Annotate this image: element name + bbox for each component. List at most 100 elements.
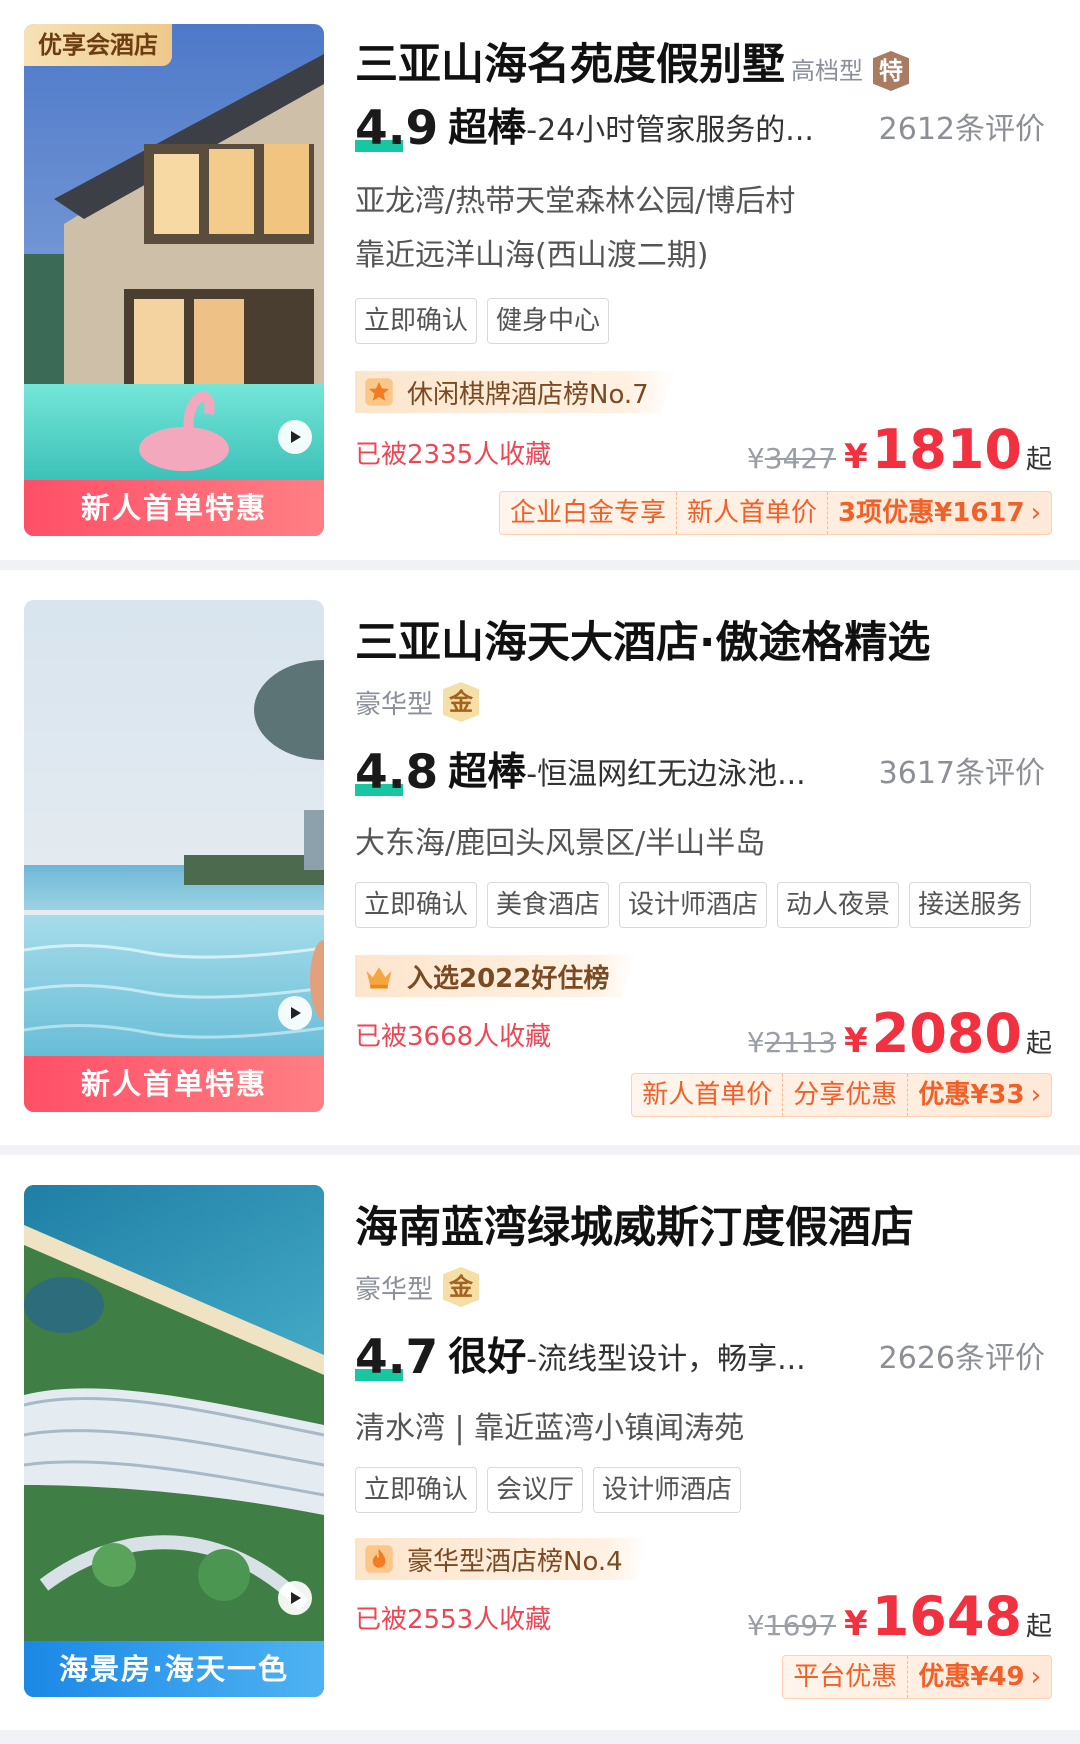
offer-total[interactable]: 优惠¥33 › bbox=[907, 1074, 1051, 1116]
location-line: 大东海/鹿回头风景区/半山半岛 bbox=[355, 826, 766, 861]
hotel-level: 豪华型 bbox=[355, 1274, 434, 1305]
offer-tag: 新人首单价 bbox=[642, 1080, 773, 1110]
hotel-card[interactable]: 优享会酒店 新人首单特惠 三亚山海名苑度假别墅 高档型特 4.9 超棒 -24小时… bbox=[0, 0, 1080, 560]
feature-tag: 会议厅 bbox=[487, 1467, 584, 1513]
offer-tag: 企业白金专享 bbox=[510, 498, 667, 528]
tag-list: 立即确认 健身中心 bbox=[355, 298, 610, 344]
price-block: ¥3427 ¥ 1810 起 bbox=[747, 418, 1052, 481]
review-count[interactable]: 3617条评价 bbox=[879, 750, 1045, 798]
feature-tag: 接送服务 bbox=[909, 882, 1032, 928]
feature-tag: 动人夜景 bbox=[777, 882, 900, 928]
favorite-count: 已被2553人收藏 bbox=[355, 1605, 552, 1635]
currency-symbol: ¥ bbox=[844, 437, 868, 477]
hotel-level-row: 豪华型 金 bbox=[355, 682, 480, 722]
villa-photo-art bbox=[24, 24, 324, 536]
location-line: 亚龙湾/热带天堂森林公园/博后村 bbox=[355, 184, 796, 219]
rating-word: 很好 bbox=[448, 1335, 527, 1380]
review-count[interactable]: 2626条评价 bbox=[879, 1335, 1045, 1383]
rating-row[interactable]: 4.9 超棒 -24小时管家服务的... 2612条评价 bbox=[355, 98, 1045, 154]
ranking-text: 豪华型酒店榜No.4 bbox=[407, 1546, 623, 1577]
feature-tag: 设计师酒店 bbox=[619, 882, 768, 928]
rating-description: -24小时管家服务的... bbox=[526, 113, 814, 148]
ranking-text: 休闲棋牌酒店榜No.7 bbox=[407, 379, 649, 410]
rating-score: 4.9 bbox=[355, 101, 439, 156]
price-from-suffix: 起 bbox=[1025, 445, 1052, 475]
currency-symbol: ¥ bbox=[844, 1021, 868, 1061]
card-divider bbox=[0, 1145, 1080, 1155]
hotel-photo[interactable]: 海景房·海天一色 bbox=[24, 1185, 324, 1697]
star-icon bbox=[361, 374, 397, 410]
hotel-level-row: 豪华型 金 bbox=[355, 1267, 480, 1307]
resort-aerial-photo-art bbox=[24, 1185, 324, 1697]
hotel-card[interactable]: 新人首单特惠 三亚山海天大酒店·傲途格精选 豪华型 金 4.8 超棒 -恒温网红… bbox=[0, 570, 1080, 1130]
card-divider bbox=[0, 1730, 1080, 1744]
hotel-photo[interactable]: 优享会酒店 新人首单特惠 bbox=[24, 24, 324, 536]
crown-icon bbox=[361, 958, 397, 994]
current-price: 2080 bbox=[871, 1002, 1022, 1065]
hotel-name[interactable]: 海南蓝湾绿城威斯汀度假酒店 bbox=[355, 1193, 914, 1255]
rating-word: 超棒 bbox=[448, 750, 527, 795]
chevron-right-icon: › bbox=[1030, 1080, 1041, 1110]
new-user-promo-banner: 新人首单特惠 bbox=[24, 480, 324, 536]
special-medal-icon: 特 bbox=[873, 51, 909, 91]
card-divider bbox=[0, 560, 1080, 570]
location-line: 靠近远洋山海(西山渡二期) bbox=[355, 238, 709, 273]
rating-score: 4.7 bbox=[355, 1330, 439, 1385]
feature-tag: 立即确认 bbox=[355, 882, 478, 928]
favorite-count: 已被2335人收藏 bbox=[355, 440, 552, 470]
price-block: ¥1697 ¥ 1648 起 bbox=[747, 1585, 1052, 1648]
hotel-name[interactable]: 三亚山海名苑度假别墅 高档型特 bbox=[355, 30, 909, 92]
location-line: 清水湾 | 靠近蓝湾小镇闻涛苑 bbox=[355, 1411, 745, 1446]
gold-medal-icon: 金 bbox=[443, 1267, 480, 1307]
feature-tag: 健身中心 bbox=[487, 298, 610, 344]
rating-word: 超棒 bbox=[448, 106, 527, 151]
offer-tag: 分享优惠 bbox=[782, 1074, 907, 1116]
discount-strip[interactable]: 新人首单价 分享优惠 优惠¥33 › bbox=[631, 1073, 1052, 1117]
hotel-name-text: 三亚山海名苑度假别墅 bbox=[355, 40, 785, 90]
chevron-right-icon: › bbox=[1030, 1662, 1041, 1692]
infinity-pool-photo-art bbox=[24, 600, 324, 1112]
hotel-card[interactable]: 海景房·海天一色 海南蓝湾绿城威斯汀度假酒店 豪华型 金 4.7 很好 -流线型… bbox=[0, 1155, 1080, 1715]
original-price: ¥1697 bbox=[746, 1609, 837, 1642]
ranking-badge[interactable]: 豪华型酒店榜No.4 bbox=[355, 1538, 649, 1580]
tag-list: 立即确认 会议厅 设计师酒店 bbox=[355, 1467, 742, 1513]
rating-description: -流线型设计，畅享... bbox=[526, 1342, 806, 1377]
currency-symbol: ¥ bbox=[844, 1604, 868, 1644]
ranking-badge[interactable]: 休闲棋牌酒店榜No.7 bbox=[355, 371, 675, 413]
rating-score: 4.8 bbox=[355, 745, 439, 800]
offer-total[interactable]: 优惠¥49 › bbox=[907, 1656, 1051, 1698]
hotel-level: 高档型 bbox=[791, 57, 863, 85]
gold-medal-icon: 金 bbox=[443, 682, 480, 722]
play-video-icon[interactable] bbox=[278, 1581, 312, 1615]
feature-tag: 立即确认 bbox=[355, 1467, 478, 1513]
original-price: ¥2113 bbox=[746, 1026, 837, 1059]
flame-icon bbox=[361, 1541, 397, 1577]
offer-tag: 新人首单价 bbox=[676, 492, 827, 534]
tag-list: 立即确认 美食酒店 设计师酒店 动人夜景 接送服务 bbox=[355, 882, 1032, 928]
play-video-icon[interactable] bbox=[278, 996, 312, 1030]
offer-tag: 平台优惠 bbox=[793, 1662, 898, 1692]
ranking-badge[interactable]: 入选2022好住榜 bbox=[355, 955, 635, 997]
new-user-promo-banner: 新人首单特惠 bbox=[24, 1056, 324, 1112]
play-video-icon[interactable] bbox=[278, 420, 312, 454]
rating-row[interactable]: 4.8 超棒 -恒温网红无边泳池... 3617条评价 bbox=[355, 742, 1045, 798]
offer-total[interactable]: 3项优惠¥1617 › bbox=[827, 492, 1051, 534]
rating-row[interactable]: 4.7 很好 -流线型设计，畅享... 2626条评价 bbox=[355, 1327, 1045, 1383]
chevron-right-icon: › bbox=[1030, 498, 1041, 528]
feature-tag: 立即确认 bbox=[355, 298, 478, 344]
discount-strip[interactable]: 平台优惠 优惠¥49 › bbox=[782, 1655, 1052, 1699]
feature-tag: 美食酒店 bbox=[487, 882, 610, 928]
hotel-photo[interactable]: 新人首单特惠 bbox=[24, 600, 324, 1112]
price-block: ¥2113 ¥ 2080 起 bbox=[747, 1002, 1052, 1065]
feature-tag: 设计师酒店 bbox=[593, 1467, 742, 1513]
original-price: ¥3427 bbox=[746, 442, 837, 475]
sea-view-promo-banner: 海景房·海天一色 bbox=[24, 1641, 324, 1697]
review-count[interactable]: 2612条评价 bbox=[879, 106, 1045, 154]
price-from-suffix: 起 bbox=[1025, 1029, 1052, 1059]
hotel-name[interactable]: 三亚山海天大酒店·傲途格精选 bbox=[355, 608, 930, 670]
price-from-suffix: 起 bbox=[1025, 1612, 1052, 1642]
discount-strip[interactable]: 企业白金专享 新人首单价 3项优惠¥1617 › bbox=[499, 491, 1052, 535]
member-hotel-badge: 优享会酒店 bbox=[24, 24, 172, 66]
ranking-text: 入选2022好住榜 bbox=[407, 963, 610, 994]
favorite-count: 已被3668人收藏 bbox=[355, 1022, 552, 1052]
